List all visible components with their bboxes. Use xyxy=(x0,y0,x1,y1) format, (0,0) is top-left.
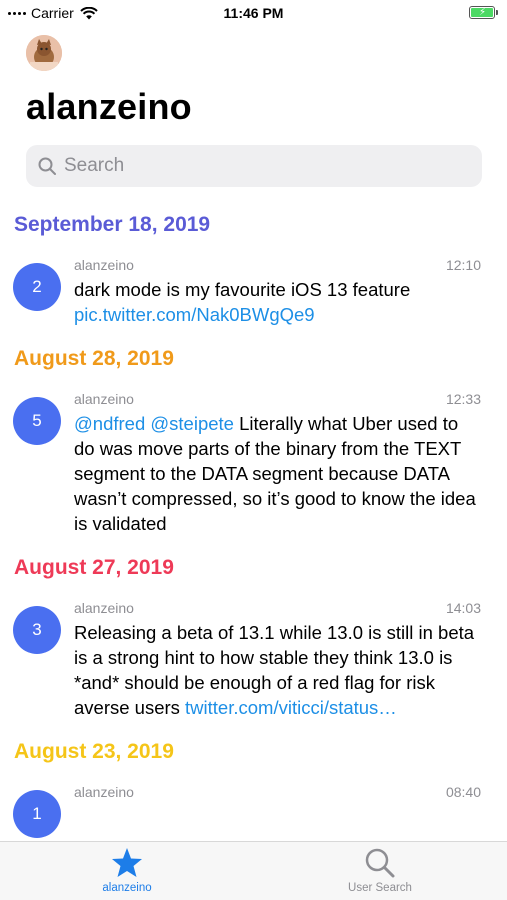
search-icon xyxy=(38,157,56,175)
tweet-meta: alanzeino 12:33 xyxy=(74,391,481,407)
tweet-time: 12:10 xyxy=(445,257,481,273)
tweet-text: Releasing a beta of 13.1 while 13.0 is s… xyxy=(74,620,481,720)
section-date-header: August 27, 2019 xyxy=(14,556,174,579)
tweet-row[interactable]: 2 alanzeino 12:10 dark mode is my favourite… xyxy=(0,245,507,339)
clock: 11:46 PM xyxy=(223,5,284,21)
tweet-row[interactable]: 3 alanzeino 14:03 Releasing a beta of 13.1 … xyxy=(0,588,507,732)
tweet-link[interactable]: pic.twitter.com/Nak0BWgQe9 xyxy=(74,304,315,325)
search-icon xyxy=(365,848,395,878)
tab-user-search[interactable]: User Search xyxy=(320,846,440,894)
section-date-header: August 28, 2019 xyxy=(14,347,174,370)
tweet-text-segment: dark mode is my favourite iOS 13 feature xyxy=(74,279,411,300)
tab-bar: alanzeino User Search xyxy=(0,841,507,900)
tweet-timeline[interactable]: September 18, 2019 2 alanzeino 12:10 dark mo… xyxy=(0,205,507,841)
tweet-time: 08:40 xyxy=(445,784,481,800)
tweet-author: alanzeino xyxy=(74,600,134,616)
tweet-count-badge: 5 xyxy=(13,397,61,445)
tab-alanzeino[interactable]: alanzeino xyxy=(67,846,187,894)
status-bar: Carrier 11:46 PM ⚡ xyxy=(0,0,507,28)
tweet-author: alanzeino xyxy=(74,391,134,407)
tweet-row[interactable]: 1 alanzeino 08:40 xyxy=(0,772,507,838)
section-date-header: September 18, 2019 xyxy=(14,213,211,236)
page-title: alanzeino xyxy=(26,86,192,127)
tweet-text: @ndfred @steipete Literally what Uber us… xyxy=(74,411,481,536)
star-icon xyxy=(112,848,142,877)
tweet-meta: alanzeino 12:10 xyxy=(74,257,481,273)
tweet-author: alanzeino xyxy=(74,257,134,273)
tweet-author: alanzeino xyxy=(74,784,134,800)
tweet-text: dark mode is my favourite iOS 13 feature… xyxy=(74,277,481,327)
user-avatar-icon[interactable] xyxy=(26,35,62,71)
tweet-time: 12:33 xyxy=(445,391,481,407)
search-bar[interactable] xyxy=(26,145,482,187)
tweet-link[interactable]: @ndfred @steipete xyxy=(74,413,234,434)
battery-icon: ⚡ xyxy=(469,6,498,19)
section-date-header: August 23, 2019 xyxy=(14,740,174,763)
tweet-count-badge: 2 xyxy=(13,263,61,311)
tweet-count-badge: 1 xyxy=(13,790,61,838)
tab-label: alanzeino xyxy=(102,882,152,894)
tweet-meta: alanzeino 14:03 xyxy=(74,600,481,616)
tweet-count-badge: 3 xyxy=(13,606,61,654)
tweet-link[interactable]: twitter.com/viticci/status… xyxy=(185,697,397,718)
search-input[interactable] xyxy=(64,155,444,177)
tweet-row[interactable]: 5 alanzeino 12:33 @ndfred @steipete Literal… xyxy=(0,379,507,548)
tweet-meta: alanzeino 08:40 xyxy=(74,784,481,800)
tab-label: User Search xyxy=(348,882,412,894)
tweet-time: 14:03 xyxy=(445,600,481,616)
